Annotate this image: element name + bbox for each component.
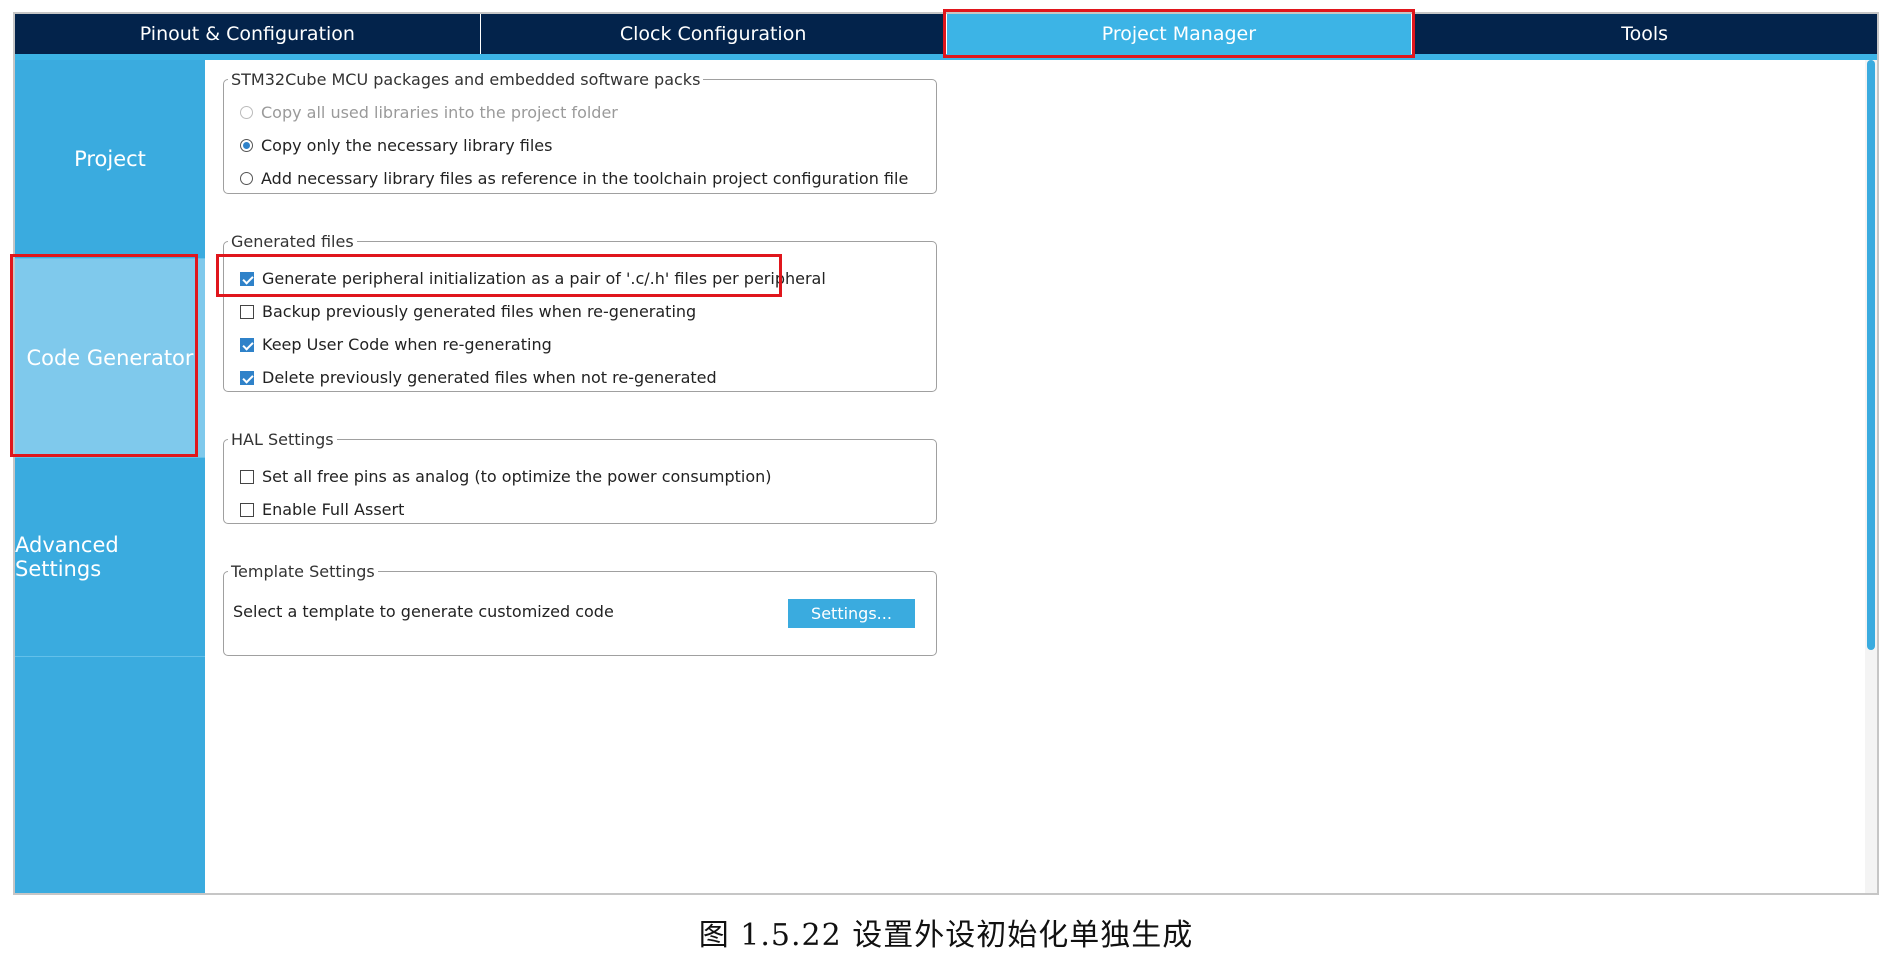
checkbox[interactable] bbox=[240, 370, 254, 385]
generated-files-legend: Generated files bbox=[231, 232, 354, 251]
radio-label: Copy only the necessary library files bbox=[261, 136, 553, 155]
scrollbar-thumb[interactable] bbox=[1867, 60, 1875, 650]
radio-label: Copy all used libraries into the project… bbox=[261, 103, 618, 122]
checkbox-label: Keep User Code when re-generating bbox=[262, 335, 552, 354]
hal-settings-group: HAL Settings Set all free pins as analog… bbox=[223, 430, 937, 524]
checkbox-label: Delete previously generated files when n… bbox=[262, 368, 717, 387]
sidebar: Project Code Generator Advanced Settings bbox=[15, 60, 205, 893]
packs-group: STM32Cube MCU packages and embedded soft… bbox=[223, 70, 937, 194]
packs-legend: STM32Cube MCU packages and embedded soft… bbox=[231, 70, 701, 89]
checkbox[interactable] bbox=[240, 502, 254, 517]
radio-button[interactable] bbox=[240, 139, 253, 152]
radio-button[interactable] bbox=[240, 106, 253, 119]
checkbox-free-pins-analog[interactable]: Set all free pins as analog (to optimize… bbox=[240, 467, 772, 486]
tab-pinout-configuration[interactable]: Pinout & Configuration bbox=[15, 14, 481, 54]
settings-button[interactable]: Settings... bbox=[788, 599, 915, 628]
tab-tools[interactable]: Tools bbox=[1412, 14, 1877, 54]
sidebar-item-project[interactable]: Project bbox=[15, 60, 205, 259]
tab-clock-configuration[interactable]: Clock Configuration bbox=[481, 14, 947, 54]
top-tab-bar: Pinout & Configuration Clock Configurati… bbox=[15, 14, 1877, 54]
radio-label: Add necessary library files as reference… bbox=[261, 169, 909, 188]
checkbox-generate-peripheral-pair[interactable]: Generate peripheral initialization as a … bbox=[240, 269, 826, 288]
template-settings-legend: Template Settings bbox=[231, 562, 375, 581]
generated-files-group: Generated files Generate peripheral init… bbox=[223, 232, 937, 392]
checkbox-delete-previous[interactable]: Delete previously generated files when n… bbox=[240, 368, 717, 387]
figure-caption: 图 1.5.22 设置外设初始化单独生成 bbox=[698, 918, 1194, 953]
tab-project-manager[interactable]: Project Manager bbox=[946, 14, 1413, 54]
checkbox[interactable] bbox=[240, 304, 254, 319]
checkbox-keep-user-code[interactable]: Keep User Code when re-generating bbox=[240, 335, 552, 354]
radio-add-as-reference[interactable]: Add necessary library files as reference… bbox=[240, 169, 908, 188]
template-text: Select a template to generate customized… bbox=[233, 602, 614, 621]
content-panel: STM32Cube MCU packages and embedded soft… bbox=[205, 60, 1877, 893]
checkbox[interactable] bbox=[240, 271, 254, 286]
app-window: Pinout & Configuration Clock Configurati… bbox=[13, 12, 1879, 895]
checkbox-full-assert[interactable]: Enable Full Assert bbox=[240, 500, 404, 519]
template-description: Select a template to generate customized… bbox=[233, 602, 614, 621]
checkbox-label: Set all free pins as analog (to optimize… bbox=[262, 467, 772, 486]
hal-settings-legend: HAL Settings bbox=[231, 430, 334, 449]
radio-copy-necessary-files[interactable]: Copy only the necessary library files bbox=[240, 136, 552, 155]
checkbox-backup-generated[interactable]: Backup previously generated files when r… bbox=[240, 302, 696, 321]
checkbox[interactable] bbox=[240, 337, 254, 352]
radio-copy-all-libraries[interactable]: Copy all used libraries into the project… bbox=[240, 103, 618, 122]
checkbox-label: Generate peripheral initialization as a … bbox=[262, 269, 826, 288]
checkbox[interactable] bbox=[240, 469, 254, 484]
checkbox-label: Enable Full Assert bbox=[262, 500, 405, 519]
scrollbar[interactable] bbox=[1865, 60, 1877, 893]
sidebar-item-code-generator[interactable]: Code Generator bbox=[15, 259, 205, 458]
checkbox-label: Backup previously generated files when r… bbox=[262, 302, 697, 321]
template-settings-group: Template Settings Select a template to g… bbox=[223, 562, 937, 656]
radio-button[interactable] bbox=[240, 172, 253, 185]
sidebar-item-advanced-settings[interactable]: Advanced Settings bbox=[15, 458, 205, 657]
